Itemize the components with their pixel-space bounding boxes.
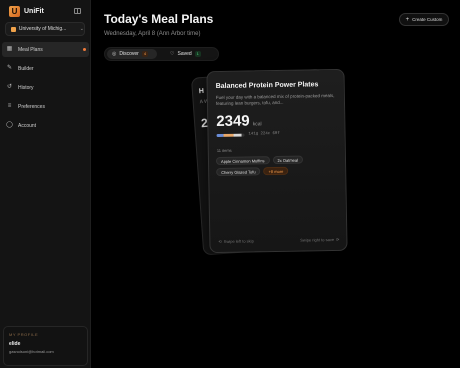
compass-icon: ◎ (112, 51, 117, 57)
tab-count-badge: 4 (141, 51, 149, 57)
swipe-left-hint: ⟲ Swipe left to skip (218, 238, 253, 244)
user-icon: ◯ (6, 122, 13, 128)
date-text: Wednesday, April 8 (104, 31, 156, 37)
swipe-right-label: Swipe right to save (300, 237, 335, 243)
sidebar-item-label: Meal Plans (18, 46, 43, 53)
sidebar-item-account[interactable]: ◯ Account (2, 118, 89, 133)
back-card-title: H (198, 87, 205, 96)
page-date: Wednesday, April 8 (Ann Arbor time) (104, 31, 201, 37)
timezone-text: (Ann Arbor time) (156, 31, 201, 37)
history-icon: ↺ (6, 84, 13, 90)
swipe-left-icon: ⟲ (218, 238, 222, 245)
sidebar-item-preferences[interactable]: ≡ Preferences (2, 99, 89, 114)
tab-label: Discover (119, 51, 139, 57)
meal-plan-card[interactable]: Balanced Protein Power Plates Fuel your … (206, 68, 348, 254)
card-description: Fuel your day with a balanced mix of pro… (215, 92, 335, 107)
unifit-logo-icon: U (9, 6, 20, 17)
profile-email: gasnolsoni@hotmail.com (9, 349, 54, 354)
meal-tag: Cherry Glazed Tofu (216, 167, 261, 177)
swipe-right-icon: ⟳ (335, 236, 340, 242)
meal-tags: Apple Cinnamon Muffins 2x Oatmeal Cherry… (215, 155, 342, 177)
sidebar-item-meal-plans[interactable]: ▦ Meal Plans (2, 42, 89, 57)
meal-tag: Apple Cinnamon Muffins (215, 156, 270, 166)
sidebar-item-label: Account (18, 122, 37, 129)
profile-heading: MY PROFILE (9, 332, 39, 337)
kcal-display: 2349 kcal (216, 112, 262, 130)
kcal-value: 2349 (216, 112, 250, 131)
profile-name: elide (9, 341, 21, 347)
more-tag[interactable]: +8 more (263, 166, 289, 176)
profile-card[interactable]: MY PROFILE elide gasnolsoni@hotmail.com (3, 326, 88, 366)
sidebar-collapse-icon[interactable] (74, 8, 81, 14)
create-custom-button[interactable]: + Create Custom (399, 13, 449, 26)
sidebar-item-label: History (18, 84, 34, 91)
pencil-icon: ✎ (6, 65, 13, 71)
sidebar-item-history[interactable]: ↺ History (2, 80, 89, 95)
tab-count-badge: 1 (194, 51, 201, 57)
sidebar-item-label: Preferences (18, 103, 45, 110)
card-title: Balanced Protein Power Plates (215, 81, 319, 91)
macro-fat-fill (233, 133, 242, 137)
meal-tag: 2x Oatmeal (272, 155, 304, 165)
sidebar-item-builder[interactable]: ✎ Builder (2, 61, 89, 76)
macro-bar (216, 133, 245, 138)
swipe-right-hint: Swipe right to save ⟳ (300, 237, 339, 243)
brand[interactable]: U UniFit (9, 6, 44, 17)
sliders-icon: ≡ (7, 103, 12, 109)
tab-saved[interactable]: ♡ Saved 1 (165, 49, 217, 59)
chevron-down-icon: ⌄ (79, 26, 84, 32)
school-selector[interactable]: University of Michig... ⌄ (5, 22, 85, 36)
page-title: Today's Meal Plans (104, 12, 214, 26)
brand-name: UniFit (24, 8, 44, 15)
sidebar-nav: ▦ Meal Plans ✎ Builder ↺ History ≡ Prefe… (2, 42, 89, 137)
tab-label: Saved (177, 51, 192, 57)
macro-values: 141g 224c 60f (248, 131, 280, 137)
kcal-unit: kcal (252, 121, 262, 128)
macro-carbs-fill (223, 133, 234, 137)
heart-icon: ♡ (170, 51, 175, 57)
swipe-left-label: Swipe left to skip (223, 238, 254, 244)
sidebar: U UniFit University of Michig... ⌄ ▦ Mea… (0, 0, 91, 368)
school-label: University of Michig... (18, 26, 67, 32)
grid-icon: ▦ (6, 46, 13, 52)
sidebar-item-label: Builder (18, 65, 34, 72)
plan-tabs: ◎ Discover 4 ♡ Saved 1 (104, 47, 219, 61)
plus-icon: + (405, 16, 410, 23)
items-count: 11 items (216, 147, 232, 154)
school-icon (11, 26, 16, 32)
main-content: Today's Meal Plans Wednesday, April 8 (A… (92, 0, 460, 368)
notification-dot (83, 48, 86, 51)
create-custom-label: Create Custom (412, 17, 443, 22)
tab-discover[interactable]: ◎ Discover 4 (107, 49, 157, 59)
